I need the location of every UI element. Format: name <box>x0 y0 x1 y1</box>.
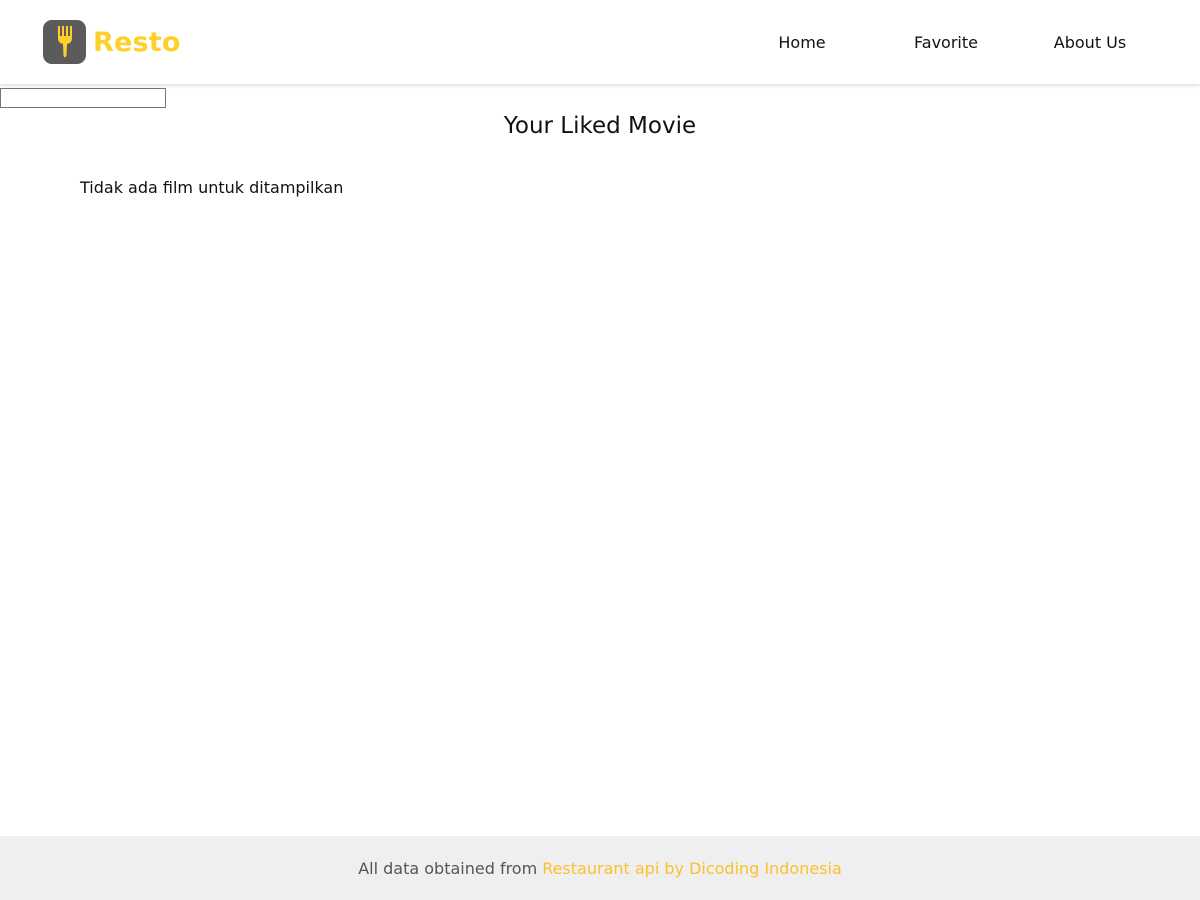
nav-about-us-link[interactable]: About Us <box>1018 33 1162 52</box>
app-header: Resto Home Favorite About Us <box>0 0 1200 84</box>
fork-icon <box>43 20 86 64</box>
nav-home-link[interactable]: Home <box>730 33 874 52</box>
main-nav: Home Favorite About Us <box>730 0 1200 84</box>
empty-state-message: Tidak ada film untuk ditampilkan <box>80 178 344 197</box>
footer-text: All data obtained from <box>358 858 538 878</box>
nav-favorite-link[interactable]: Favorite <box>874 33 1018 52</box>
page-title: Your Liked Movie <box>503 113 697 139</box>
text-input[interactable] <box>0 88 166 108</box>
page-footer: All data obtained from Restaurant api by… <box>0 836 1200 900</box>
footer-api-link[interactable]: Restaurant api by Dicoding Indonesia <box>542 859 842 878</box>
brand-name: Resto <box>93 26 181 58</box>
brand-logo-link[interactable]: Resto <box>43 20 181 64</box>
